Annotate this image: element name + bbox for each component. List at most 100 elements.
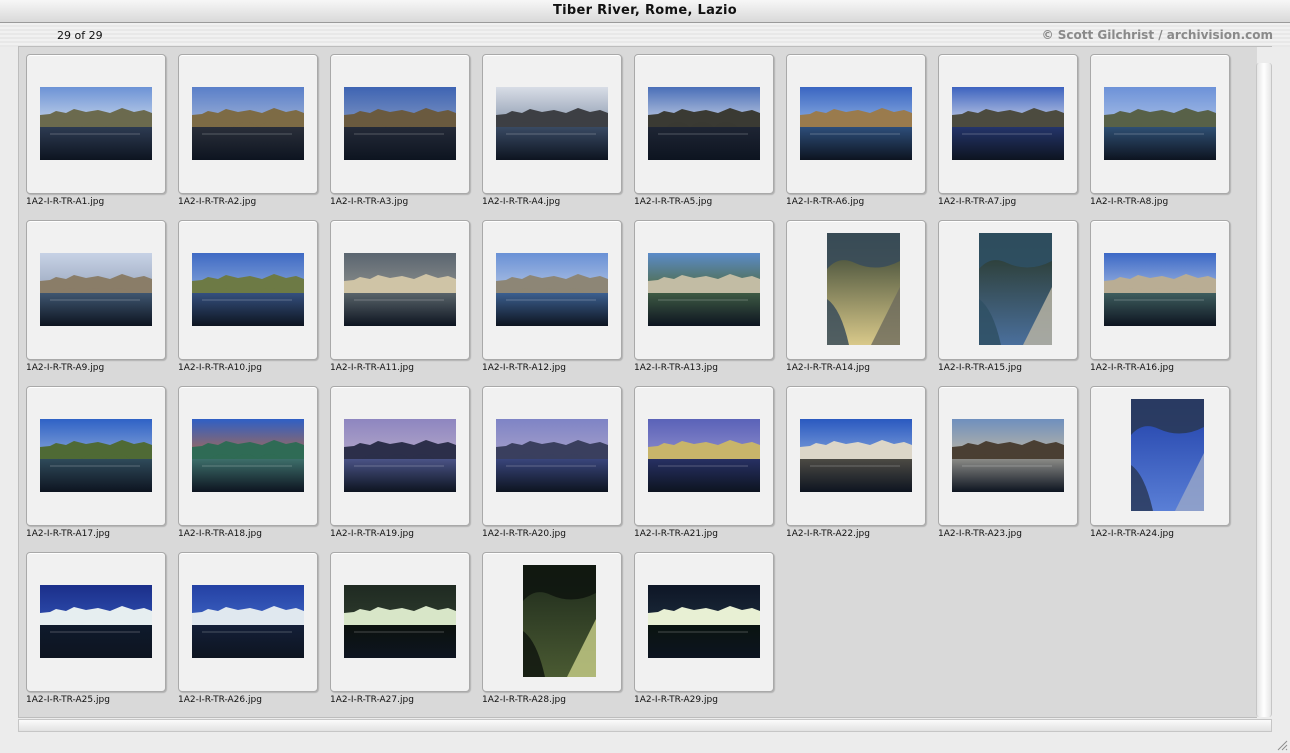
thumbnail-image[interactable] xyxy=(648,585,760,658)
thumbnail-cell[interactable]: 1A2-I-R-TR-A20.jpg xyxy=(482,386,622,544)
thumbnail-image[interactable] xyxy=(192,585,304,658)
thumbnail-image[interactable] xyxy=(952,419,1064,492)
thumbnail-cell[interactable]: 1A2-I-R-TR-A19.jpg xyxy=(330,386,470,544)
thumbnail-image[interactable] xyxy=(192,419,304,492)
thumbnail-cell[interactable]: 1A2-I-R-TR-A23.jpg xyxy=(938,386,1078,544)
thumbnail-image[interactable] xyxy=(344,419,456,492)
thumbnail-frame[interactable] xyxy=(634,220,774,360)
thumbnail-image[interactable] xyxy=(1131,399,1204,511)
thumbnail-cell[interactable]: 1A2-I-R-TR-A7.jpg xyxy=(938,54,1078,212)
thumbnail-frame[interactable] xyxy=(1090,220,1230,360)
thumbnail-cell[interactable]: 1A2-I-R-TR-A13.jpg xyxy=(634,220,774,378)
thumbnail-cell[interactable]: 1A2-I-R-TR-A14.jpg xyxy=(786,220,926,378)
thumbnail-cell[interactable]: 1A2-I-R-TR-A6.jpg xyxy=(786,54,926,212)
thumbnail-image[interactable] xyxy=(40,253,152,326)
thumbnail-image[interactable] xyxy=(952,87,1064,160)
thumbnail-frame[interactable] xyxy=(178,386,318,526)
thumbnail-frame[interactable] xyxy=(330,552,470,692)
thumbnail-image[interactable] xyxy=(1104,253,1216,326)
resize-grip-icon[interactable] xyxy=(1276,739,1288,751)
thumbnail-cell[interactable]: 1A2-I-R-TR-A16.jpg xyxy=(1090,220,1230,378)
thumbnail-cell[interactable]: 1A2-I-R-TR-A25.jpg xyxy=(26,552,166,710)
thumbnail-image[interactable] xyxy=(40,87,152,160)
thumbnail-frame[interactable] xyxy=(482,552,622,692)
thumbnail-frame[interactable] xyxy=(938,54,1078,194)
thumbnail-frame[interactable] xyxy=(634,54,774,194)
thumbnail-frame[interactable] xyxy=(786,54,926,194)
thumbnail-filename: 1A2-I-R-TR-A22.jpg xyxy=(786,529,870,539)
thumbnail-frame[interactable] xyxy=(26,54,166,194)
thumbnail-cell[interactable]: 1A2-I-R-TR-A21.jpg xyxy=(634,386,774,544)
thumbnail-cell[interactable]: 1A2-I-R-TR-A12.jpg xyxy=(482,220,622,378)
thumbnail-cell[interactable]: 1A2-I-R-TR-A27.jpg xyxy=(330,552,470,710)
thumbnail-filename: 1A2-I-R-TR-A27.jpg xyxy=(330,695,414,705)
thumbnail-image[interactable] xyxy=(192,253,304,326)
thumbnail-cell[interactable]: 1A2-I-R-TR-A26.jpg xyxy=(178,552,318,710)
thumbnail-image[interactable] xyxy=(523,565,596,677)
thumbnail-image[interactable] xyxy=(496,253,608,326)
thumbnail-frame[interactable] xyxy=(482,386,622,526)
thumbnail-frame[interactable] xyxy=(634,552,774,692)
vertical-scrollbar[interactable] xyxy=(1256,63,1272,717)
thumbnail-image[interactable] xyxy=(979,233,1052,345)
thumbnail-cell[interactable]: 1A2-I-R-TR-A15.jpg xyxy=(938,220,1078,378)
thumbnail-frame[interactable] xyxy=(26,552,166,692)
thumbnail-frame[interactable] xyxy=(178,54,318,194)
thumbnail-image[interactable] xyxy=(496,87,608,160)
thumbnail-image[interactable] xyxy=(827,233,900,345)
thumbnail-frame[interactable] xyxy=(330,220,470,360)
thumbnail-frame[interactable] xyxy=(26,386,166,526)
thumbnail-image[interactable] xyxy=(344,253,456,326)
thumbnail-image[interactable] xyxy=(800,419,912,492)
thumbnail-cell[interactable]: 1A2-I-R-TR-A10.jpg xyxy=(178,220,318,378)
thumbnail-cell[interactable]: 1A2-I-R-TR-A11.jpg xyxy=(330,220,470,378)
thumbnail-image[interactable] xyxy=(648,87,760,160)
thumbnail-cell[interactable]: 1A2-I-R-TR-A18.jpg xyxy=(178,386,318,544)
thumbnail-filename: 1A2-I-R-TR-A24.jpg xyxy=(1090,529,1174,539)
thumbnail-filename: 1A2-I-R-TR-A4.jpg xyxy=(482,197,561,207)
thumbnail-filename: 1A2-I-R-TR-A11.jpg xyxy=(330,363,414,373)
thumbnail-cell[interactable]: 1A2-I-R-TR-A2.jpg xyxy=(178,54,318,212)
thumbnail-cell[interactable]: 1A2-I-R-TR-A24.jpg xyxy=(1090,386,1230,544)
thumbnail-filename: 1A2-I-R-TR-A9.jpg xyxy=(26,363,105,373)
thumbnail-image[interactable] xyxy=(800,87,912,160)
thumbnail-cell[interactable]: 1A2-I-R-TR-A3.jpg xyxy=(330,54,470,212)
thumbnail-filename: 1A2-I-R-TR-A13.jpg xyxy=(634,363,718,373)
thumbnail-cell[interactable]: 1A2-I-R-TR-A28.jpg xyxy=(482,552,622,710)
thumbnail-image[interactable] xyxy=(192,87,304,160)
thumbnail-frame[interactable] xyxy=(786,386,926,526)
thumbnail-frame[interactable] xyxy=(178,220,318,360)
thumbnail-frame[interactable] xyxy=(482,54,622,194)
thumbnail-cell[interactable]: 1A2-I-R-TR-A22.jpg xyxy=(786,386,926,544)
thumbnail-image[interactable] xyxy=(648,253,760,326)
thumbnail-cell[interactable]: 1A2-I-R-TR-A9.jpg xyxy=(26,220,166,378)
thumbnail-cell[interactable]: 1A2-I-R-TR-A29.jpg xyxy=(634,552,774,710)
thumbnail-cell[interactable]: 1A2-I-R-TR-A8.jpg xyxy=(1090,54,1230,212)
thumbnail-image[interactable] xyxy=(344,585,456,658)
thumbnail-cell[interactable]: 1A2-I-R-TR-A5.jpg xyxy=(634,54,774,212)
thumbnail-image[interactable] xyxy=(496,419,608,492)
thumbnail-frame[interactable] xyxy=(178,552,318,692)
thumbnail-frame[interactable] xyxy=(938,220,1078,360)
thumbnail-frame[interactable] xyxy=(634,386,774,526)
thumbnail-frame[interactable] xyxy=(330,386,470,526)
thumbnail-frame[interactable] xyxy=(482,220,622,360)
thumbnail-cell[interactable]: 1A2-I-R-TR-A4.jpg xyxy=(482,54,622,212)
thumbnail-image[interactable] xyxy=(40,419,152,492)
thumbnail-frame[interactable] xyxy=(330,54,470,194)
copyright-notice: © Scott Gilchrist / archivision.com xyxy=(1041,28,1273,42)
thumbnail-image[interactable] xyxy=(1104,87,1216,160)
thumbnail-frame[interactable] xyxy=(1090,54,1230,194)
horizontal-scrollbar[interactable] xyxy=(18,719,1272,732)
thumbnail-image[interactable] xyxy=(344,87,456,160)
thumbnail-cell[interactable]: 1A2-I-R-TR-A1.jpg xyxy=(26,54,166,212)
thumbnail-frame[interactable] xyxy=(26,220,166,360)
thumbnail-cell[interactable]: 1A2-I-R-TR-A17.jpg xyxy=(26,386,166,544)
thumbnail-filename: 1A2-I-R-TR-A12.jpg xyxy=(482,363,566,373)
thumbnail-frame[interactable] xyxy=(1090,386,1230,526)
thumbnail-frame[interactable] xyxy=(786,220,926,360)
thumbnail-frame[interactable] xyxy=(938,386,1078,526)
thumbnail-filename: 1A2-I-R-TR-A3.jpg xyxy=(330,197,409,207)
thumbnail-image[interactable] xyxy=(648,419,760,492)
thumbnail-image[interactable] xyxy=(40,585,152,658)
